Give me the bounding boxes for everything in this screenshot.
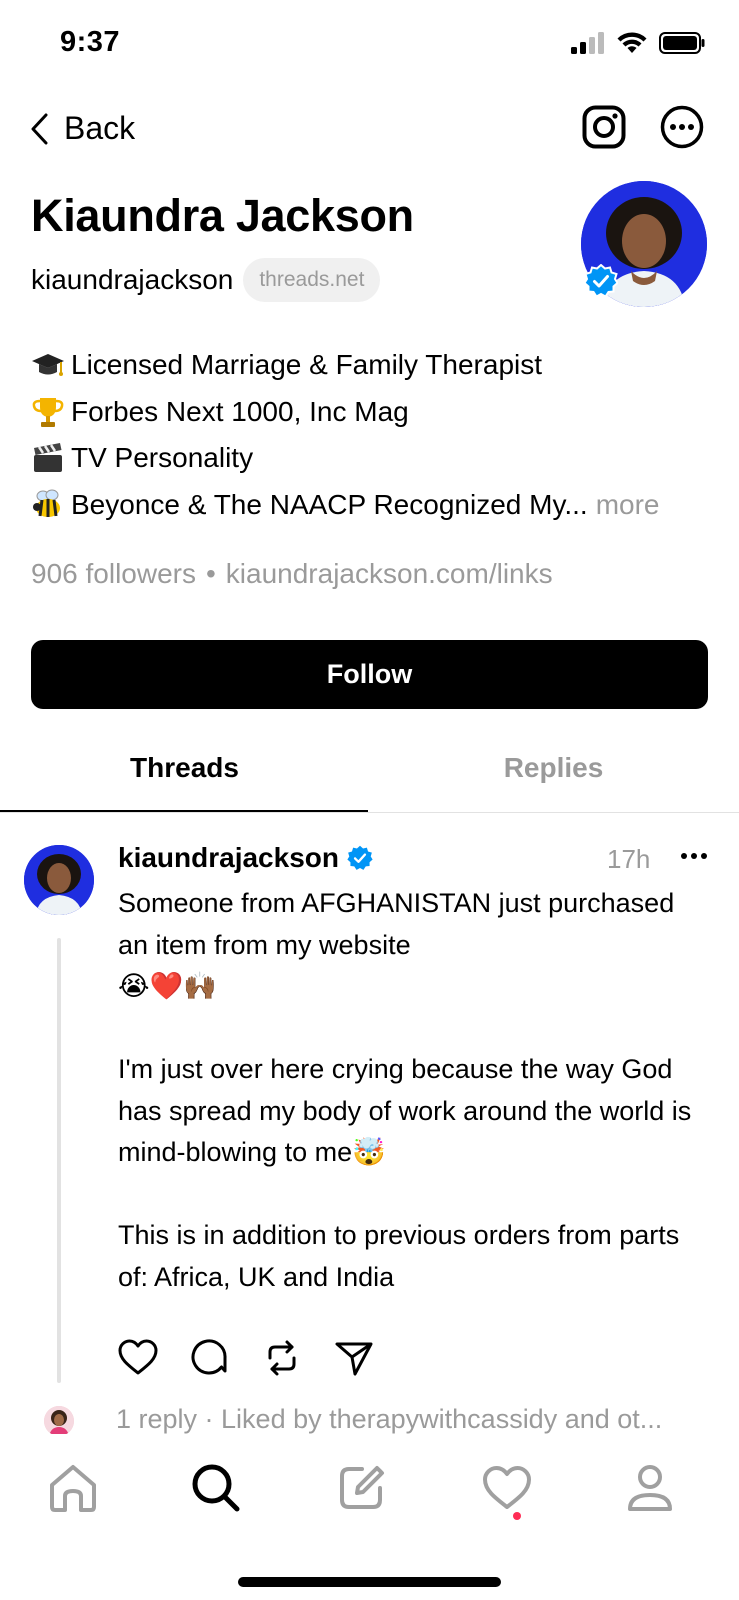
chevron-left-icon [31,113,48,144]
tab-divider [0,812,739,813]
post-verified-badge-icon [347,845,373,870]
nav-home[interactable] [43,1458,103,1518]
search-icon [192,1464,240,1512]
profile-meta: 906 followers • kiaundrajackson.com/link… [31,558,553,590]
like-button[interactable] [118,1338,158,1378]
post-timestamp: 17h [607,844,651,874]
verified-badge-icon [584,264,618,298]
comment-bubble-icon [191,1339,227,1375]
follow-button[interactable]: Follow [31,640,708,709]
post-author[interactable]: kiaundrajackson [118,842,373,874]
send-icon [335,1342,373,1376]
activity-notification-dot [513,1512,521,1520]
bio-text-4: Beyonce & The NAACP Recognized My... [71,488,588,520]
instagram-button[interactable] [581,104,627,150]
nav-activity[interactable] [477,1458,537,1518]
more-options-button[interactable] [659,104,705,150]
more-circle-icon [660,105,704,149]
repost-button[interactable] [262,1338,302,1378]
wifi-icon [617,32,647,53]
clapper-board-icon [34,443,62,473]
handle-row: kiaundrajackson threads.net [31,258,381,302]
top-right-actions [581,104,705,150]
tab-replies[interactable]: Replies [369,752,738,784]
trophy-icon [32,397,64,427]
meta-separator: • [205,558,216,589]
battery-icon [659,32,705,54]
post-footer-stats[interactable]: 1 reply · Liked by therapywithcassidy an… [116,1404,662,1435]
thread-connector-line [57,938,61,1383]
back-button[interactable]: Back [30,110,135,147]
post-avatar-portrait-icon [24,845,94,915]
instagram-icon [582,105,626,149]
liker-avatar-portrait-icon [44,1406,74,1436]
bio-more-link[interactable]: more [596,482,660,529]
followers-count[interactable]: 906 followers [31,558,196,590]
ellipsis-icon [681,853,707,859]
home-indicator [238,1577,501,1587]
heart-icon [118,1339,158,1375]
heart-icon [483,1466,531,1509]
profile-name: Kiaundra Jackson [31,190,414,241]
share-button[interactable] [334,1338,374,1378]
liker-avatar [44,1406,74,1436]
bio-text-3: TV Personality [71,442,254,473]
back-label: Back [64,110,136,146]
post-username: kiaundrajackson [118,842,339,873]
cellular-signal-icon [571,32,604,54]
post-body: Someone from AFGHANISTAN just purchased … [118,888,692,1292]
repost-icon [268,1340,296,1376]
bio-text-2: Forbes Next 1000, Inc Mag [71,395,409,427]
tab-threads[interactable]: Threads [0,752,369,784]
status-time: 9:37 [60,26,121,58]
reply-button[interactable] [190,1338,230,1378]
domain-badge[interactable]: threads.net [243,258,381,302]
bio-line-2: Forbes Next 1000, Inc Mag [31,389,660,436]
honeybee-icon [33,489,60,517]
profile-link[interactable]: kiaundrajackson.com/links [226,558,553,590]
home-icon [50,1465,96,1512]
bottom-nav-bar [0,1434,739,1600]
nav-profile[interactable] [620,1458,680,1518]
status-icons [571,32,705,54]
post-more-button[interactable] [680,848,708,866]
nav-search[interactable] [186,1458,246,1518]
post-author-avatar[interactable] [24,845,94,915]
bio-line-4: Beyonce & The NAACP Recognized My... mor… [31,482,660,529]
profile-handle: kiaundrajackson [31,264,234,295]
bio-text-1: Licensed Marriage & Family Therapist [71,349,543,380]
profile-bio: Licensed Marriage & Family Therapist For… [31,342,660,528]
nav-compose[interactable] [332,1458,392,1518]
graduation-cap-icon [32,354,64,377]
bio-line-1: Licensed Marriage & Family Therapist [31,342,660,389]
compose-icon [340,1466,384,1509]
post-actions [118,1338,374,1378]
bio-line-3: TV Personality [31,435,660,482]
profile-icon [628,1465,672,1511]
